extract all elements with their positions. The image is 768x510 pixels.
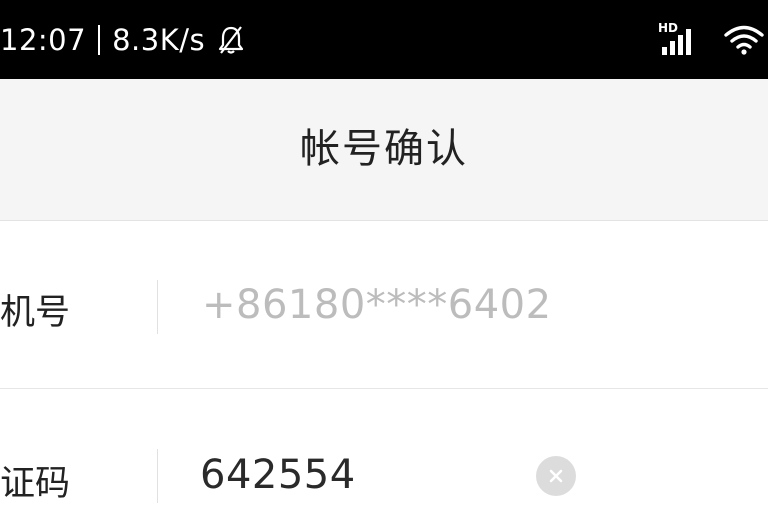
title-bar: 帐号确认 (0, 79, 768, 221)
verification-code-input[interactable] (200, 447, 520, 503)
phone-row: 机号 +86180****6402 (0, 222, 768, 389)
verification-code-label: 证码 (0, 464, 71, 504)
signal-icon: HD (658, 21, 706, 57)
page-title: 帐号确认 (300, 126, 468, 172)
verification-code-divider (157, 449, 158, 503)
bell-off-icon (215, 24, 247, 56)
account-confirm-screen: 12:07 8.3K/s HD 帐号确认 机号 +86180****6402 证… (0, 0, 768, 510)
clear-icon (546, 466, 566, 486)
clear-input-button[interactable] (536, 456, 576, 496)
status-right: HD (658, 0, 764, 79)
verification-code-row: 证码 (0, 389, 768, 510)
phone-number-value: +86180****6402 (202, 282, 552, 328)
phone-divider (157, 280, 158, 334)
status-bar: 12:07 8.3K/s HD (0, 0, 768, 79)
wifi-icon (724, 24, 764, 56)
network-speed: 8.3K/s (112, 22, 206, 57)
phone-label: 机号 (0, 293, 71, 333)
status-separator (98, 24, 101, 55)
status-time: 12:07 (0, 22, 87, 57)
status-left: 12:07 8.3K/s (0, 0, 247, 79)
